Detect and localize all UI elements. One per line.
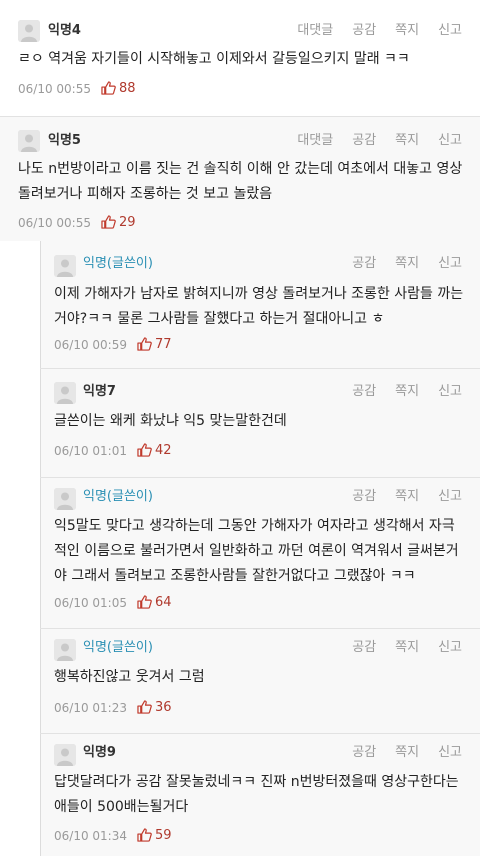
- comment-text: 글쓴이는 왜케 화났냐 익5 맞는말한건데: [54, 413, 287, 429]
- message-button[interactable]: 쪽지: [395, 384, 419, 399]
- report-button[interactable]: 신고: [438, 23, 462, 38]
- avatar: [18, 130, 40, 152]
- like-button[interactable]: 공감: [352, 133, 376, 148]
- comment-text: 답댓달려다가 공감 잘못눌렀네ㅋㅋ 진짜 n번방터졌을때 영상구한다는애들이 5…: [54, 774, 459, 815]
- comment-author: 익명(글쓴이): [83, 256, 153, 271]
- report-button[interactable]: 신고: [438, 384, 462, 399]
- like-count: 29: [101, 215, 136, 231]
- avatar: [54, 255, 76, 277]
- like-count: 42: [137, 443, 172, 459]
- like-count: 59: [137, 828, 172, 844]
- comment-actions: 공감 쪽지 신고: [333, 639, 462, 657]
- comment-item: 익명5 대댓글 공감 쪽지 신고 나도 n번방이라고 이름 짓는 건 솔직히 이해 안…: [0, 117, 480, 241]
- report-button[interactable]: 신고: [438, 745, 462, 760]
- like-button[interactable]: 공감: [352, 745, 376, 760]
- like-button[interactable]: 공감: [352, 256, 376, 271]
- like-button[interactable]: 공감: [352, 640, 376, 655]
- message-button[interactable]: 쪽지: [395, 133, 419, 148]
- comment-text: 나도 n번방이라고 이름 짓는 건 솔직히 이해 안 갔는데 여초에서 대놓고 …: [18, 161, 463, 202]
- comment-text: 익5말도 맞다고 생각하는데 그동안 가해자가 여자라고 생각해서 자극적인 이…: [54, 518, 459, 584]
- thumbs-up-icon: [137, 700, 152, 714]
- like-count: 77: [137, 337, 172, 353]
- reply-item: 익명9 공감 쪽지 신고 답댓달려다가 공감 잘못눌렀네ㅋㅋ 진짜 n번방터졌을때 …: [40, 734, 480, 856]
- comment-item: 익명4 대댓글 공감 쪽지 신고 ㄹㅇ 역겨움 자기들이 시작해놓고 이제와서 갈등일…: [0, 0, 480, 116]
- comment-author: 익명7: [83, 384, 116, 399]
- like-count: 88: [101, 81, 136, 97]
- avatar: [54, 744, 76, 766]
- avatar: [18, 20, 40, 42]
- message-button[interactable]: 쪽지: [395, 23, 419, 38]
- report-button[interactable]: 신고: [438, 489, 462, 504]
- thumbs-up-icon: [137, 595, 152, 609]
- reply-item: 익명7 공감 쪽지 신고 글쓴이는 왜케 화났냐 익5 맞는말한건데 06/10 0…: [40, 369, 480, 477]
- thumbs-up-icon: [101, 81, 116, 95]
- comment-time: 06/10 00:59: [54, 338, 127, 352]
- reply-item: 익명(글쓴이) 공감 쪽지 신고 익5말도 맞다고 생각하는데 그동안 가해자가 여…: [40, 478, 480, 628]
- reply-item: 익명(글쓴이) 공감 쪽지 신고 행복하진않고 웃겨서 그럼 06/10 01:23…: [40, 629, 480, 733]
- like-count: 36: [137, 700, 172, 716]
- message-button[interactable]: 쪽지: [395, 640, 419, 655]
- comment-actions: 공감 쪽지 신고: [333, 488, 462, 506]
- like-button[interactable]: 공감: [352, 384, 376, 399]
- comment-text: 이제 가해자가 남자로 밝혀지니까 영상 돌려보거나 조롱한 사람들 까는거야?…: [54, 286, 464, 327]
- comment-author: 익명(글쓴이): [83, 640, 153, 655]
- comment-time: 06/10 00:55: [18, 82, 91, 96]
- comment-time: 06/10 01:34: [54, 829, 127, 843]
- comment-time: 06/10 01:05: [54, 596, 127, 610]
- comment-time: 06/10 01:01: [54, 444, 127, 458]
- report-button[interactable]: 신고: [438, 640, 462, 655]
- comment-text: ㄹㅇ 역겨움 자기들이 시작해놓고 이제와서 갈등일으키지 말래 ㅋㅋ: [18, 51, 410, 67]
- comment-author: 익명9: [83, 745, 116, 760]
- report-button[interactable]: 신고: [438, 256, 462, 271]
- comment-actions: 대댓글 공감 쪽지 신고: [278, 132, 462, 150]
- like-button[interactable]: 공감: [352, 23, 376, 38]
- comment-author: 익명5: [48, 133, 81, 148]
- comment-actions: 공감 쪽지 신고: [333, 744, 462, 762]
- message-button[interactable]: 쪽지: [395, 489, 419, 504]
- thumbs-up-icon: [101, 215, 116, 229]
- comment-time: 06/10 01:23: [54, 701, 127, 715]
- avatar: [54, 488, 76, 510]
- avatar: [54, 639, 76, 661]
- reply-item: 익명(글쓴이) 공감 쪽지 신고 이제 가해자가 남자로 밝혀지니까 영상 돌려보거…: [40, 241, 480, 368]
- reply-button[interactable]: 대댓글: [297, 133, 333, 148]
- thumbs-up-icon: [137, 337, 152, 351]
- message-button[interactable]: 쪽지: [395, 256, 419, 271]
- comment-actions: 대댓글 공감 쪽지 신고: [278, 22, 462, 40]
- thumbs-up-icon: [137, 443, 152, 457]
- comment-text: 행복하진않고 웃겨서 그럼: [54, 669, 205, 685]
- report-button[interactable]: 신고: [438, 133, 462, 148]
- like-button[interactable]: 공감: [352, 489, 376, 504]
- thumbs-up-icon: [137, 828, 152, 842]
- reply-button[interactable]: 대댓글: [297, 23, 333, 38]
- like-count: 64: [137, 595, 172, 611]
- comment-actions: 공감 쪽지 신고: [333, 383, 462, 401]
- comment-time: 06/10 00:55: [18, 216, 91, 230]
- avatar: [54, 382, 76, 404]
- message-button[interactable]: 쪽지: [395, 745, 419, 760]
- comment-author: 익명(글쓴이): [83, 489, 153, 504]
- comment-author: 익명4: [48, 23, 81, 38]
- comment-actions: 공감 쪽지 신고: [333, 255, 462, 273]
